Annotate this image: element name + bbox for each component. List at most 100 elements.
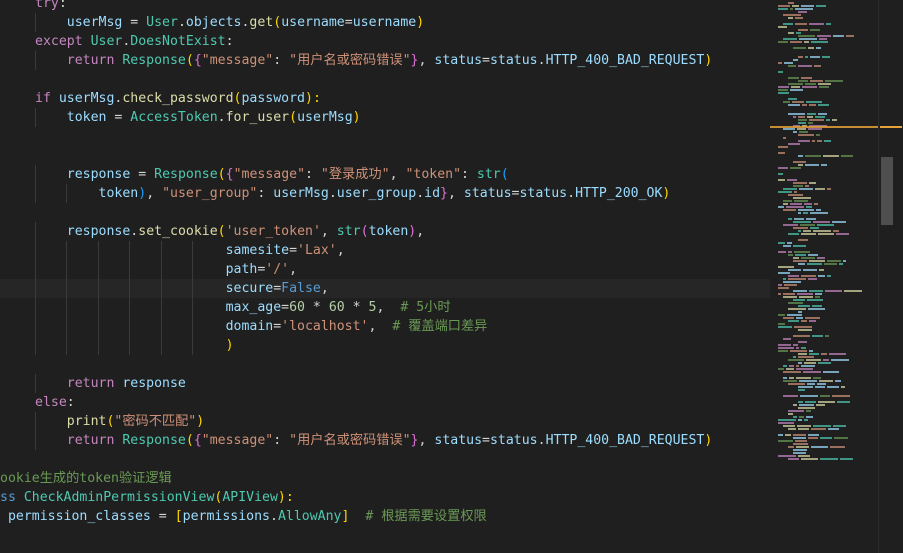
minimap-code-line — [778, 422, 794, 424]
code-token: except — [35, 34, 91, 49]
minimap-code-line — [803, 371, 821, 373]
minimap-code-line — [790, 203, 802, 205]
minimap-code-line — [835, 380, 841, 382]
minimap-code-line — [778, 5, 790, 7]
minimap-code-line — [778, 323, 785, 325]
minimap-code-line — [815, 296, 820, 298]
indent-guide — [160, 260, 162, 279]
minimap-code-line — [788, 413, 793, 415]
code-token: { — [193, 53, 202, 68]
code-token: APIView — [222, 490, 278, 505]
minimap-code-line — [806, 416, 813, 418]
code-token: : — [257, 186, 274, 201]
minimap-code-line — [778, 434, 783, 436]
minimap-code-line — [823, 359, 829, 361]
code-token: token — [66, 110, 107, 125]
indent-guide — [160, 317, 162, 336]
minimap-code-line — [818, 275, 825, 277]
minimap-code-line — [816, 5, 826, 7]
code-token: ) — [662, 186, 671, 201]
minimap-code-line — [778, 92, 789, 94]
minimap-code-line — [797, 293, 813, 295]
minimap-code-line — [793, 227, 808, 229]
minimap-code-line — [821, 353, 827, 355]
minimap-code-line — [783, 137, 786, 139]
minimap-code-line — [793, 437, 806, 439]
minimap[interactable] — [770, 0, 878, 553]
minimap-code-line — [816, 47, 821, 49]
minimap-code-line — [804, 41, 809, 43]
minimap-code-line — [817, 383, 826, 385]
minimap-code-line — [798, 134, 814, 136]
code-token: CheckAdminPermissionView — [23, 490, 215, 505]
minimap-code-line — [807, 116, 813, 118]
minimap-code-line — [801, 347, 806, 349]
code-token: max_age — [225, 300, 282, 315]
code-token: HTTP_400_BAD_REQUEST — [545, 433, 705, 448]
vertical-scrollbar[interactable] — [878, 0, 903, 553]
minimap-code-line — [788, 98, 797, 100]
minimap-code-line — [799, 296, 813, 298]
minimap-code-line — [787, 314, 802, 316]
minimap-code-line — [832, 119, 837, 121]
code-line[interactable]: secure=False, — [0, 279, 770, 298]
code-token: domain — [225, 319, 274, 334]
minimap-code-line — [832, 395, 850, 397]
minimap-code-line — [805, 83, 816, 85]
minimap-code-line — [806, 359, 821, 361]
code-token: User — [146, 15, 178, 30]
minimap-code-line — [783, 395, 798, 397]
minimap-code-line — [827, 275, 831, 277]
minimap-code-line — [816, 134, 820, 136]
minimap-code-line — [798, 65, 812, 67]
code-editor[interactable]: try: userMsg = User.objects.get(username… — [0, 0, 770, 553]
minimap-code-line — [794, 326, 812, 328]
minimap-code-line — [818, 104, 829, 106]
minimap-code-line — [798, 56, 803, 58]
minimap-code-line — [783, 377, 787, 379]
code-token: password — [241, 91, 305, 106]
minimap-code-line — [803, 212, 808, 214]
minimap-code-line — [788, 428, 796, 430]
code-token: status — [489, 433, 538, 448]
minimap-code-line — [804, 203, 812, 205]
indent-guide — [35, 412, 36, 431]
code-token: { — [193, 433, 202, 448]
code-token: 60 — [328, 300, 345, 315]
minimap-code-line — [798, 155, 803, 157]
code-token: Response — [154, 167, 218, 182]
code-token: path — [225, 262, 258, 277]
minimap-code-line — [836, 233, 849, 235]
minimap-code-line — [784, 284, 797, 286]
code-token: check_password — [122, 91, 234, 106]
scrollbar-thumb[interactable] — [881, 157, 893, 225]
minimap-code-line — [778, 293, 781, 295]
code-token: , — [336, 243, 345, 258]
minimap-code-line — [807, 383, 815, 385]
code-token: print — [66, 414, 107, 429]
minimap-code-line — [778, 440, 793, 442]
indent-guide — [35, 260, 36, 279]
minimap-code-line — [798, 35, 815, 37]
minimap-code-line — [809, 182, 816, 184]
code-token: = — [150, 509, 175, 524]
code-token: , — [447, 186, 464, 201]
indent-guide — [66, 279, 68, 298]
indent-guide — [35, 336, 36, 355]
code-token: = — [273, 319, 282, 334]
minimap-highlight — [770, 126, 878, 128]
minimap-code-line — [817, 257, 825, 259]
minimap-code-line — [808, 128, 822, 130]
minimap-code-line — [778, 455, 796, 457]
code-token: * — [344, 300, 369, 315]
code-token: str — [476, 167, 501, 182]
code-token: { — [225, 167, 234, 182]
minimap-code-line — [793, 356, 796, 358]
indent-guide — [129, 279, 131, 298]
code-token: "密码不匹配" — [114, 414, 197, 429]
minimap-code-line — [798, 11, 807, 13]
minimap-code-line — [783, 38, 797, 40]
minimap-code-line — [818, 362, 831, 364]
